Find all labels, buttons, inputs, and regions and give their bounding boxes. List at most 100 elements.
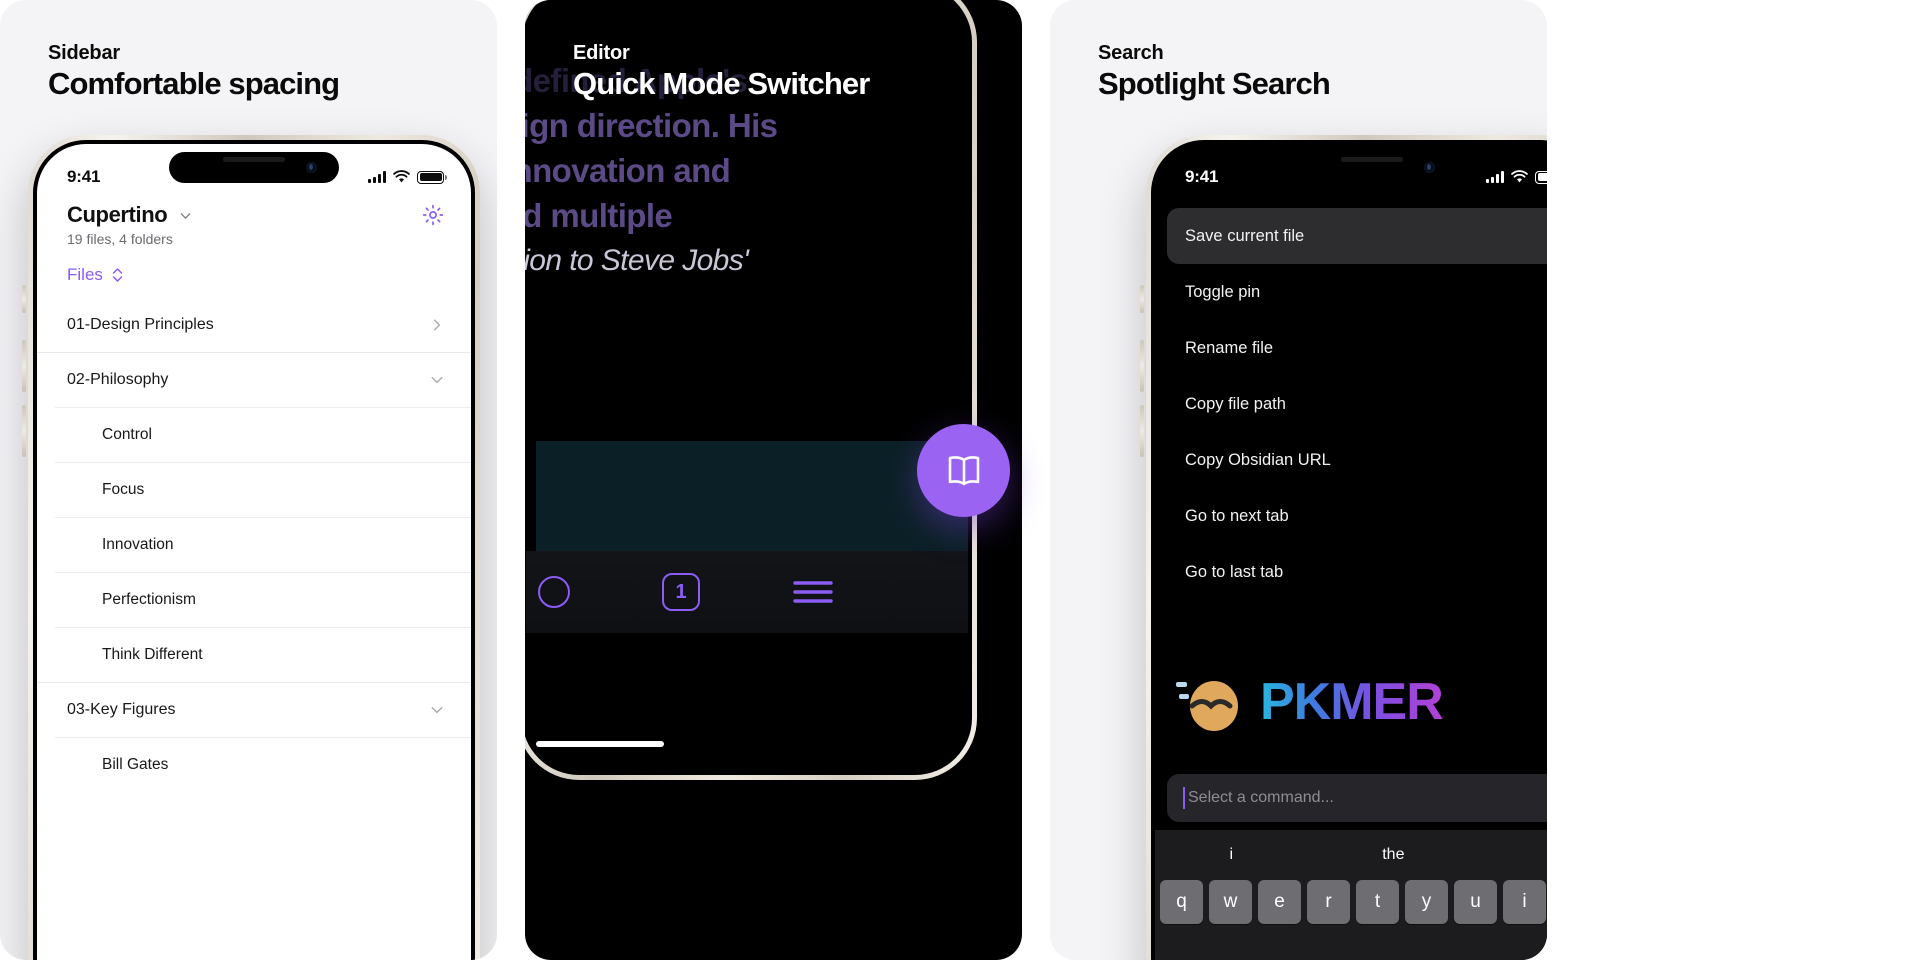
- chevron-down-icon: [431, 706, 443, 714]
- key-i[interactable]: i: [1503, 880, 1546, 924]
- chevron-right-icon: [433, 319, 441, 330]
- file-label: 03-Key Figures: [67, 701, 176, 718]
- file-label: Perfectionism: [102, 591, 196, 608]
- chevron-down-icon: [431, 376, 443, 384]
- screenshot-stage: Sidebar Comfortable spacing 9:41 Cuperti…: [0, 0, 1920, 960]
- status-time: 9:41: [67, 167, 101, 186]
- screen-editor: 1: [526, 0, 968, 771]
- front-camera-icon: [1424, 162, 1435, 173]
- key-y[interactable]: y: [1405, 880, 1448, 924]
- file-list: 01-Design Principles 02-Philosophy Contr…: [37, 297, 471, 792]
- front-camera-icon: [306, 162, 317, 173]
- hamburger-menu-icon[interactable]: [792, 579, 834, 605]
- key-u[interactable]: u: [1454, 880, 1497, 924]
- file-row-folder[interactable]: 01-Design Principles: [37, 297, 471, 352]
- phone-frame-search: 9:41 Save current file Toggle pin Rename…: [1140, 135, 1547, 960]
- screen-search: 9:41 Save current file Toggle pin Rename…: [1155, 144, 1547, 960]
- volume-up-button[interactable]: [22, 340, 26, 392]
- wifi-icon: [1511, 170, 1528, 183]
- key-e[interactable]: e: [1258, 880, 1301, 924]
- notch: [169, 152, 339, 183]
- file-row[interactable]: Focus: [55, 462, 471, 517]
- command-item[interactable]: Go to last tab: [1155, 544, 1547, 600]
- command-item[interactable]: Save current file: [1167, 208, 1547, 264]
- key-q[interactable]: q: [1160, 880, 1203, 924]
- editor-toolbar: 1: [526, 551, 968, 633]
- panel-title: Comfortable spacing: [48, 66, 340, 101]
- file-row[interactable]: Control: [55, 407, 471, 462]
- mute-switch[interactable]: [22, 285, 26, 313]
- file-row[interactable]: Bill Gates: [55, 737, 471, 792]
- panel-kicker: Search: [1098, 42, 1164, 64]
- reading-mode-fab[interactable]: [917, 424, 1010, 517]
- command-label: Copy file path: [1185, 394, 1286, 413]
- vault-switcher[interactable]: Cupertino: [67, 202, 194, 228]
- command-palette-list: Save current file Toggle pin Rename file…: [1155, 194, 1547, 600]
- file-label: Control: [102, 426, 152, 443]
- battery-icon: [417, 170, 447, 184]
- panel-search: Search Spotlight Search 9:41 Save curren…: [1050, 0, 1547, 960]
- file-label: 02-Philosophy: [67, 371, 169, 388]
- editor-note-canvas[interactable]: [536, 441, 968, 551]
- gear-icon[interactable]: [421, 203, 445, 227]
- file-label: 01-Design Principles: [67, 315, 214, 333]
- command-label: Save current file: [1185, 226, 1305, 245]
- command-label: Go to next tab: [1185, 506, 1289, 525]
- speaker-grille: [1341, 157, 1403, 162]
- key-w[interactable]: w: [1209, 880, 1252, 924]
- suggestion-chip[interactable]: i: [1230, 846, 1234, 864]
- file-label: Focus: [102, 481, 145, 498]
- command-label: Toggle pin: [1185, 282, 1261, 301]
- panel-sidebar: Sidebar Comfortable spacing 9:41 Cuperti…: [0, 0, 497, 960]
- key-r[interactable]: r: [1307, 880, 1350, 924]
- key-t[interactable]: t: [1356, 880, 1399, 924]
- panel-title: Quick Mode Switcher: [573, 66, 870, 101]
- command-label: Rename file: [1185, 338, 1274, 357]
- volume-up-button[interactable]: [1140, 340, 1144, 392]
- command-label: Go to last tab: [1185, 562, 1284, 581]
- volume-down-button[interactable]: [22, 405, 26, 457]
- keyboard-row-top: q w e r t y u i o p: [1155, 880, 1547, 924]
- command-input-placeholder: Select a command...: [1188, 789, 1334, 806]
- text-caret: [1183, 787, 1185, 809]
- notch: [1287, 152, 1457, 183]
- screen-sidebar: 9:41 Cupertino 19 files, 4 folders Files…: [37, 144, 471, 960]
- status-time: 9:41: [1185, 167, 1219, 186]
- command-label: Copy Obsidian URL: [1185, 450, 1331, 469]
- command-item[interactable]: Rename file: [1155, 320, 1547, 376]
- volume-down-button[interactable]: [1140, 405, 1144, 457]
- command-search-input[interactable]: Select a command...: [1167, 774, 1547, 822]
- panel-title: Spotlight Search: [1098, 66, 1331, 101]
- file-label: Bill Gates: [102, 756, 169, 773]
- file-label: Innovation: [102, 536, 174, 553]
- phone-frame-editor: 1: [525, 0, 977, 780]
- circle-icon[interactable]: [538, 576, 570, 608]
- command-item[interactable]: Toggle pin: [1155, 264, 1547, 320]
- panel-kicker: Editor: [573, 42, 630, 64]
- file-row[interactable]: Perfectionism: [55, 572, 471, 627]
- battery-icon: [1535, 170, 1547, 184]
- file-row[interactable]: Think Different: [55, 627, 471, 682]
- cellular-signal-icon: [1486, 171, 1504, 183]
- file-row-folder[interactable]: 02-Philosophy: [37, 352, 471, 407]
- vault-header: Cupertino 19 files, 4 folders: [37, 194, 471, 247]
- panel-kicker: Sidebar: [48, 42, 120, 64]
- suggestion-chip[interactable]: the: [1382, 846, 1404, 864]
- file-row[interactable]: Innovation: [55, 517, 471, 572]
- files-sort-control[interactable]: Files: [37, 247, 471, 297]
- command-item[interactable]: Go to next tab: [1155, 488, 1547, 544]
- open-book-icon: [948, 455, 979, 485]
- command-item[interactable]: Copy Obsidian URL: [1155, 432, 1547, 488]
- keyboard-suggestion-row: i the I'm: [1155, 830, 1547, 880]
- on-screen-keyboard: i the I'm q w e r t y u i: [1155, 830, 1547, 960]
- file-row-folder[interactable]: 03-Key Figures: [37, 682, 471, 737]
- command-item[interactable]: Copy file path: [1155, 376, 1547, 432]
- speaker-grille: [223, 157, 285, 162]
- wifi-icon: [393, 170, 410, 183]
- cellular-signal-icon: [368, 171, 386, 183]
- mute-switch[interactable]: [1140, 285, 1144, 313]
- tab-count-badge[interactable]: 1: [662, 573, 700, 611]
- chevron-down-icon: [180, 212, 191, 219]
- vault-meta: 19 files, 4 folders: [67, 231, 173, 247]
- home-indicator: [536, 741, 664, 747]
